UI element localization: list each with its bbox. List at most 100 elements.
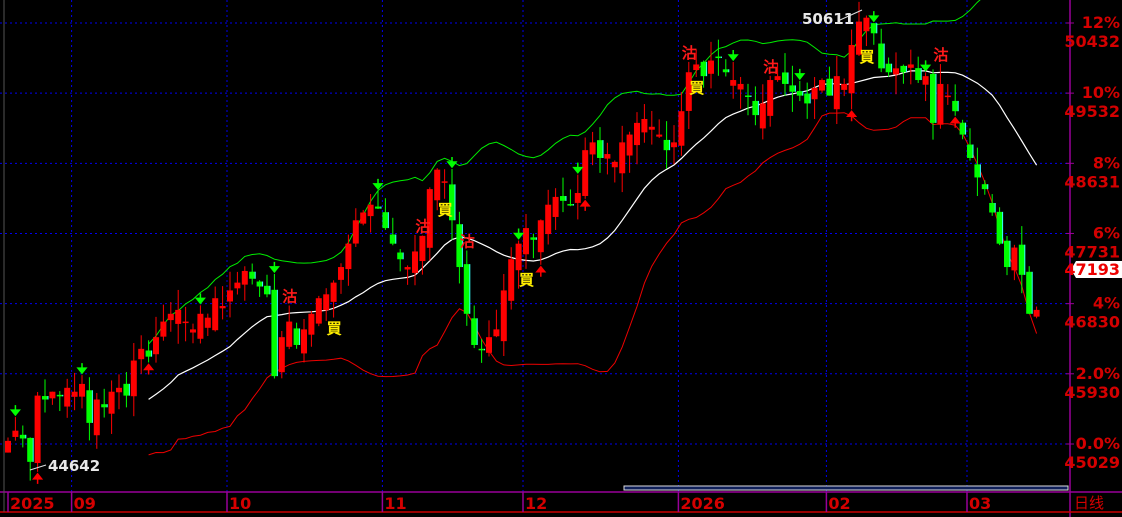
candle-body	[981, 184, 988, 190]
candle-body	[56, 394, 63, 397]
candle-down	[996, 207, 1004, 246]
candle-body	[885, 63, 892, 73]
candle-body	[101, 404, 108, 408]
candle-body	[789, 85, 796, 92]
candle-body	[767, 80, 774, 116]
candle-body	[441, 181, 448, 183]
candle-body	[811, 87, 818, 100]
candle-body	[123, 383, 130, 396]
candle-body	[745, 95, 751, 97]
candle-body	[915, 68, 922, 81]
candle-body	[500, 290, 507, 342]
candle-body	[153, 337, 159, 355]
sell-signal: 沽	[763, 58, 778, 76]
candle-body	[567, 204, 574, 206]
candle-body	[241, 270, 248, 285]
candle-body	[796, 91, 803, 96]
buy-signal: 買	[519, 271, 534, 289]
candle-up	[315, 295, 322, 327]
candle-body	[375, 206, 381, 209]
candle-body	[227, 290, 233, 302]
candle-body	[278, 337, 285, 373]
candle-body	[145, 350, 152, 357]
candle-body	[463, 264, 470, 314]
candle-body	[79, 383, 85, 397]
candle-body	[471, 318, 478, 345]
candle-body	[989, 202, 996, 213]
candle-body	[870, 23, 877, 34]
period-label[interactable]: 日线	[1074, 494, 1104, 512]
chart-background	[0, 0, 1122, 517]
candle-body	[819, 80, 825, 91]
candle-body	[597, 140, 603, 158]
candle-body	[293, 328, 300, 345]
current-price-badge: 47193	[1064, 260, 1122, 279]
candle-body	[404, 267, 411, 270]
candle-body	[656, 134, 663, 137]
candle-body	[367, 204, 374, 217]
candle-body	[626, 134, 633, 156]
candle-body	[478, 348, 485, 351]
sell-signal: 沽	[415, 218, 430, 236]
candle-body	[389, 234, 396, 244]
y-pct-label: 10%	[1082, 83, 1120, 102]
candle-body	[619, 142, 626, 174]
candle-body	[700, 61, 707, 77]
candle-body	[508, 259, 515, 301]
candle-up	[278, 330, 285, 379]
candle-body	[19, 434, 26, 439]
candle-body	[708, 60, 714, 74]
candle-body	[878, 43, 885, 69]
candle-body	[782, 72, 788, 84]
sell-signal: 沽	[682, 44, 697, 62]
candle-body	[86, 390, 93, 423]
candle-body	[352, 220, 359, 244]
candle-body	[360, 212, 367, 224]
candle-body	[671, 142, 677, 148]
candle-body	[523, 228, 529, 255]
candle-body	[338, 267, 344, 280]
candle-body	[574, 193, 581, 203]
current-price: 47193	[1064, 260, 1120, 279]
candle-body	[27, 437, 34, 462]
x-label: 12	[525, 494, 547, 513]
candle-body	[49, 391, 56, 399]
candle-body	[863, 17, 870, 32]
candle-body	[175, 309, 182, 324]
candle-body	[1033, 309, 1040, 317]
buy-signal: 買	[438, 201, 453, 219]
x-label: 2026	[680, 494, 725, 513]
candle-body	[900, 65, 907, 73]
sell-signal: 沽	[933, 46, 948, 64]
candle-body	[937, 83, 944, 125]
candle-body	[219, 306, 226, 309]
candle-body	[952, 100, 959, 112]
x-label: 02	[828, 494, 850, 513]
scrollbar[interactable]	[623, 485, 1069, 491]
candle-body	[759, 103, 766, 129]
candle-body	[930, 73, 936, 123]
candle-body	[330, 282, 337, 302]
x-label: 2025	[10, 494, 55, 513]
candle-body	[130, 360, 137, 397]
candle-body	[116, 387, 122, 393]
candle-body	[589, 142, 596, 155]
candle-body	[582, 150, 589, 196]
y-price-label: 45029	[1064, 453, 1120, 472]
candle-body	[271, 289, 278, 377]
candle-body	[315, 298, 322, 324]
buy-signal: 買	[859, 48, 874, 66]
candle-body	[34, 395, 41, 464]
candle-body	[212, 298, 219, 331]
candle-body	[138, 348, 145, 360]
candle-body	[249, 271, 256, 279]
y-price-label: 48631	[1064, 172, 1120, 191]
candle-body	[959, 122, 966, 135]
sell-signal: 沽	[282, 287, 297, 305]
y-price-label: 49532	[1064, 102, 1120, 121]
candle-body	[1026, 271, 1033, 314]
candle-body	[537, 220, 544, 253]
candle-body	[12, 430, 19, 437]
y-pct-label: 6%	[1093, 223, 1120, 242]
candle-body	[545, 204, 552, 235]
